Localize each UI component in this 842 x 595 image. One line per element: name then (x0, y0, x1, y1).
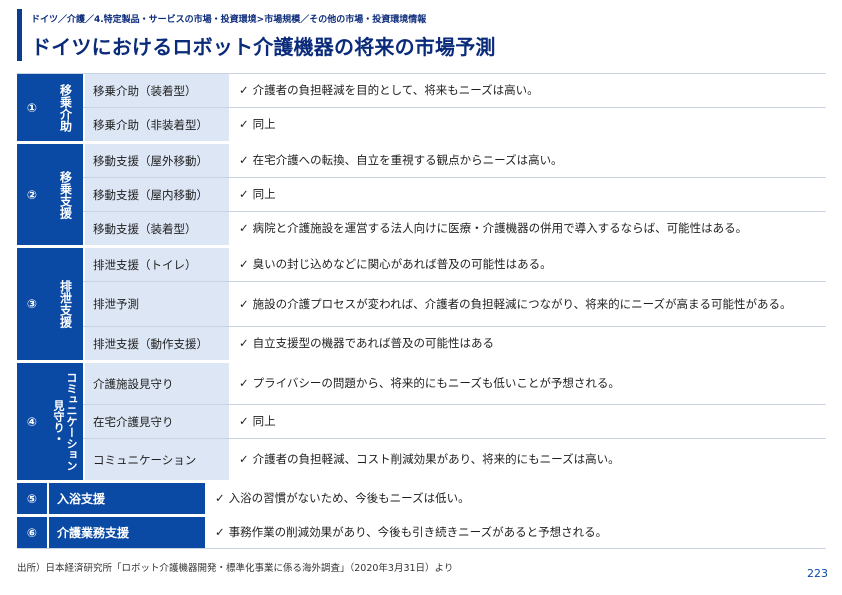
group-rows: ✓ 事務作業の削減効果があり、今後も引き続きニーズがあると予想される。 (205, 517, 826, 548)
description-cell: ✓ 事務作業の削減効果があり、今後も引き続きニーズがあると予想される。 (205, 517, 826, 548)
description-cell: ✓ 同上 (229, 405, 826, 438)
subcategory-cell: 移動支援（屋外移動） (83, 144, 229, 177)
category-label-col1: 見守り・ (52, 399, 65, 444)
check-icon: ✓ (239, 296, 249, 311)
table-group-6: ⑥ 介護業務支援 ✓ 事務作業の削減効果があり、今後も引き続きニーズがあると予想さ… (17, 514, 826, 549)
description-text: 事務作業の削減効果があり、今後も引き続きニーズがあると予想される。 (228, 525, 608, 539)
table-row: 在宅介護見守り ✓ 同上 (83, 404, 826, 438)
check-icon: ✓ (239, 376, 249, 390)
check-icon: ✓ (239, 153, 249, 167)
table-row: ✓ 事務作業の削減効果があり、今後も引き続きニーズがあると予想される。 (205, 517, 826, 548)
group-number: ④ (17, 363, 47, 480)
group-category: 排泄支援 (47, 248, 83, 360)
subcategory-cell: 移動支援（屋内移動） (83, 178, 229, 211)
subcategory-cell: 排泄支援（トイレ） (83, 248, 229, 281)
group-rows: 移乗介助（装着型） ✓ 介護者の負担軽減を目的として、将来もニーズは高い。 移乗介… (83, 74, 826, 141)
check-icon: ✓ (239, 83, 249, 97)
description-cell: ✓ 同上 (229, 108, 826, 141)
check-icon: ✓ (239, 221, 249, 235)
table-group-2: ② 移乗支援 移動支援（屋外移動） ✓ 在宅介護への転換、自立を重視する観点からニ… (17, 141, 826, 245)
check-icon: ✓ (239, 187, 249, 201)
description-text: 介護者の負担軽減、コスト削減効果があり、将来的にもニーズは高い。 (252, 452, 620, 466)
group-number: ② (17, 144, 47, 245)
table-row: 移乗介助（装着型） ✓ 介護者の負担軽減を目的として、将来もニーズは高い。 (83, 74, 826, 107)
page-number: 223 (807, 567, 828, 580)
description-text: 病院と介護施設を運営する法人向けに医療・介護機器の併用で導入するならば、可能性は… (252, 221, 748, 235)
table-row: 移乗介助（非装着型） ✓ 同上 (83, 107, 826, 141)
group-number: ③ (17, 248, 47, 360)
group-category: 見守り・ コミュニケーション (47, 363, 83, 480)
check-icon: ✓ (239, 414, 249, 428)
table-group-5: ⑤ 入浴支援 ✓ 入浴の習慣がないため、今後もニーズは低い。 (17, 480, 826, 514)
description-text: 在宅介護への転換、自立を重視する観点からニーズは高い。 (252, 153, 563, 167)
description-text: 臭いの封じ込めなどに関心があれば普及の可能性はある。 (252, 257, 552, 271)
check-icon: ✓ (215, 525, 225, 539)
category-label-col2: コミュニケーション (65, 372, 78, 471)
description-cell: ✓ 臭いの封じ込めなどに関心があれば普及の可能性はある。 (229, 248, 826, 281)
category-label: 移乗介助 (58, 83, 73, 132)
check-icon: ✓ (239, 336, 249, 350)
subcategory-cell: 移乗介助（非装着型） (83, 108, 229, 141)
title-accent-bar (17, 9, 22, 61)
category-label: 排泄支援 (58, 280, 73, 328)
table-group-1: ① 移乗介助 移乗介助（装着型） ✓ 介護者の負担軽減を目的として、将来もニーズは… (17, 73, 826, 141)
table-row: コミュニケーション ✓ 介護者の負担軽減、コスト削減効果があり、将来的にもニーズは… (83, 438, 826, 480)
table-group-4: ④ 見守り・ コミュニケーション 介護施設見守り ✓ プライバシーの問題から、将来的… (17, 360, 826, 480)
group-number: ⑤ (17, 483, 47, 514)
subcategory-cell: 移動支援（装着型） (83, 212, 229, 245)
description-cell: ✓ 病院と介護施設を運営する法人向けに医療・介護機器の併用で導入するならば、可能性… (229, 212, 826, 245)
table-row: 移動支援（屋外移動） ✓ 在宅介護への転換、自立を重視する観点からニーズは高い。 (83, 144, 826, 177)
description-wrap: ✓ 施設の介護プロセスが変われば、介護者の負担軽減につながり、将来的にニーズが高ま… (239, 297, 792, 312)
group-category: 入浴支援 (47, 483, 205, 514)
group-category: 介護業務支援 (47, 517, 205, 548)
breadcrumb: ドイツ／介護／4.特定製品・サービスの市場・投資環境>市場規模／その他の市場・投… (31, 15, 427, 25)
description-text: 同上 (252, 117, 276, 131)
table-row: 移動支援（屋内移動） ✓ 同上 (83, 177, 826, 211)
description-text: 同上 (252, 187, 276, 201)
source-note: 出所）日本経済研究所「ロボット介護機器開発・標準化事業に係る海外調査」（2020… (17, 563, 454, 574)
category-label: 移乗支援 (58, 170, 73, 219)
table-row: 介護施設見守り ✓ プライバシーの問題から、将来的にもニーズも低いことが予想される… (83, 363, 826, 404)
description-text: 入浴の習慣がないため、今後もニーズは低い。 (228, 491, 470, 505)
market-forecast-table: ① 移乗介助 移乗介助（装着型） ✓ 介護者の負担軽減を目的として、将来もニーズは… (17, 73, 826, 549)
group-rows: 排泄支援（トイレ） ✓ 臭いの封じ込めなどに関心があれば普及の可能性はある。 排泄… (83, 248, 826, 360)
description-text: 自立支援型の機器であれば普及の可能性はある (252, 336, 495, 350)
table-row: ✓ 入浴の習慣がないため、今後もニーズは低い。 (205, 483, 826, 514)
description-text: プライバシーの問題から、将来的にもニーズも低いことが予想される。 (252, 376, 620, 390)
subcategory-cell: 在宅介護見守り (83, 405, 229, 438)
description-text: 介護者の負担軽減を目的として、将来もニーズは高い。 (252, 83, 539, 97)
description-cell: ✓ 介護者の負担軽減、コスト削減効果があり、将来的にもニーズは高い。 (229, 439, 826, 480)
check-icon: ✓ (215, 491, 225, 505)
description-cell: ✓ 自立支援型の機器であれば普及の可能性はある (229, 327, 826, 360)
page-title: ドイツにおけるロボット介護機器の将来の市場予測 (31, 35, 496, 59)
table-row: 排泄支援（動作支援） ✓ 自立支援型の機器であれば普及の可能性はある (83, 326, 826, 360)
description-text: 施設の介護プロセスが変われば、介護者の負担軽減につながり、将来的にニーズが高まる… (252, 296, 792, 311)
group-rows: ✓ 入浴の習慣がないため、今後もニーズは低い。 (205, 483, 826, 514)
description-text: 同上 (252, 414, 276, 428)
group-rows: 介護施設見守り ✓ プライバシーの問題から、将来的にもニーズも低いことが予想される… (83, 363, 826, 480)
description-cell: ✓ プライバシーの問題から、将来的にもニーズも低いことが予想される。 (229, 363, 826, 404)
check-icon: ✓ (239, 257, 249, 271)
group-category: 移乗介助 (47, 74, 83, 141)
group-rows: 移動支援（屋外移動） ✓ 在宅介護への転換、自立を重視する観点からニーズは高い。 … (83, 144, 826, 245)
subcategory-cell: 移乗介助（装着型） (83, 74, 229, 107)
description-cell: ✓ 在宅介護への転換、自立を重視する観点からニーズは高い。 (229, 144, 826, 177)
check-icon: ✓ (239, 452, 249, 466)
subcategory-cell: 排泄支援（動作支援） (83, 327, 229, 360)
table-group-3: ③ 排泄支援 排泄支援（トイレ） ✓ 臭いの封じ込めなどに関心があれば普及の可能性… (17, 245, 826, 360)
check-icon: ✓ (239, 117, 249, 131)
table-row: 排泄予測 ✓ 施設の介護プロセスが変われば、介護者の負担軽減につながり、将来的にニ… (83, 281, 826, 326)
description-cell: ✓ 入浴の習慣がないため、今後もニーズは低い。 (205, 483, 826, 514)
table-row: 排泄支援（トイレ） ✓ 臭いの封じ込めなどに関心があれば普及の可能性はある。 (83, 248, 826, 281)
table-row: 移動支援（装着型） ✓ 病院と介護施設を運営する法人向けに医療・介護機器の併用で導… (83, 211, 826, 245)
subcategory-cell: コミュニケーション (83, 439, 229, 480)
group-category: 移乗支援 (47, 144, 83, 245)
description-cell: ✓ 介護者の負担軽減を目的として、将来もニーズは高い。 (229, 74, 826, 107)
description-cell: ✓ 同上 (229, 178, 826, 211)
group-number: ⑥ (17, 517, 47, 548)
subcategory-cell: 排泄予測 (83, 282, 229, 326)
subcategory-cell: 介護施設見守り (83, 363, 229, 404)
group-number: ① (17, 74, 47, 141)
description-cell: ✓ 施設の介護プロセスが変われば、介護者の負担軽減につながり、将来的にニーズが高ま… (229, 282, 826, 326)
